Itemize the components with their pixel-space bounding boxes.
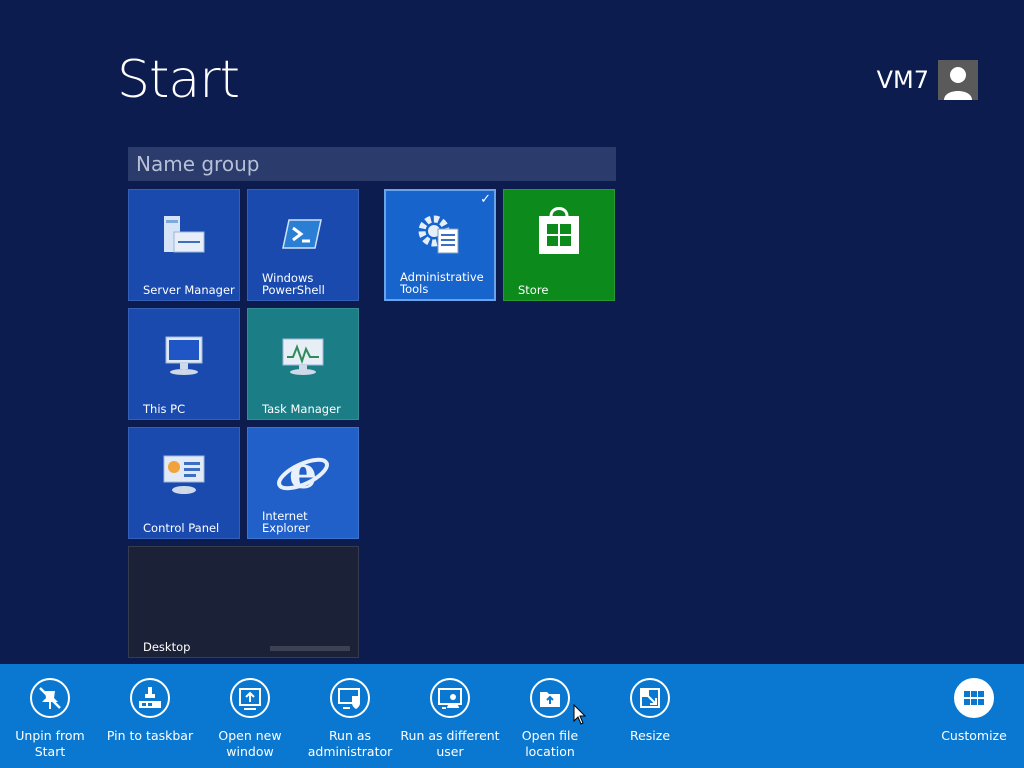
control-panel-icon [129,446,239,502]
pin-to-taskbar-button[interactable]: Pin to taskbar [100,678,200,744]
folder-icon [530,678,570,718]
tile-label: Windows PowerShell [262,271,325,297]
tile-label: Desktop [143,640,191,654]
page-title: Start [117,50,240,110]
user-name: VM7 [876,66,929,94]
command-label: Resize [629,728,671,743]
tile-label: Store [518,283,549,297]
app-bar: Unpin from Start Pin to taskbar Open new… [0,664,1024,768]
tile-label: Task Manager [262,402,341,416]
user-silhouette-icon[interactable] [938,60,978,100]
tile-this-pc[interactable]: This PC [128,308,240,420]
tile-store[interactable]: Store [503,189,615,301]
run-as-different-user-button[interactable]: Run as different user [400,678,500,760]
desktop-watermark [270,646,350,651]
command-label: Customize [941,728,1007,743]
tile-label: Internet Explorer [262,509,310,535]
command-label: Open file location [521,728,579,759]
pin-taskbar-icon [130,678,170,718]
tile-administrative-tools[interactable]: ✓ Administrative Tools [384,189,496,301]
user-account[interactable]: VM7 [877,60,978,100]
tile-windows-powershell[interactable]: Windows PowerShell [247,189,359,301]
customize-button[interactable]: Customize [924,678,1024,744]
tile-desktop[interactable]: Desktop [128,546,359,658]
new-window-icon [230,678,270,718]
tile-label: This PC [143,402,186,416]
tile-internet-explorer[interactable]: e Internet Explorer [247,427,359,539]
unpin-icon [30,678,70,718]
group-name-input[interactable]: Name group [128,147,616,181]
mouse-cursor-icon [573,704,587,725]
customize-icon [954,678,994,718]
internet-explorer-icon: e [248,444,358,500]
run-as-administrator-button[interactable]: Run as administrator [300,678,400,760]
computer-icon [129,327,239,383]
open-new-window-button[interactable]: Open new window [200,678,300,760]
powershell-icon [248,208,358,264]
command-label: Pin to taskbar [106,728,194,743]
unpin-from-start-button[interactable]: Unpin from Start [0,678,100,760]
tile-server-manager[interactable]: Server Manager [128,189,240,301]
tile-label: Administrative Tools [400,270,484,296]
command-label: Run as administrator [307,728,393,759]
admin-tools-icon [386,207,494,263]
tile-label: Control Panel [143,521,220,535]
svg-text:e: e [289,448,317,499]
store-icon [504,202,614,258]
different-user-icon [430,678,470,718]
command-label: Open new window [218,728,282,759]
tile-task-manager[interactable]: Task Manager [247,308,359,420]
resize-icon [630,678,670,718]
server-manager-icon [129,208,239,264]
shield-icon [330,678,370,718]
task-manager-icon [248,327,358,383]
command-label: Unpin from Start [15,728,85,759]
tile-control-panel[interactable]: Control Panel [128,427,240,539]
resize-button[interactable]: Resize [600,678,700,744]
command-label: Run as different user [400,728,500,759]
tile-label: Server Manager [143,283,235,297]
selected-check-icon: ✓ [480,192,491,207]
